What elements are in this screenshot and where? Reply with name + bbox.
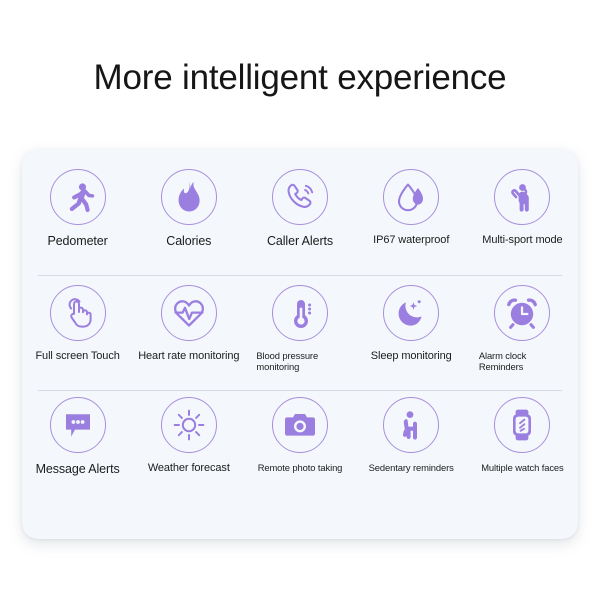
feature-item-blood-pressure-monitoring[interactable]: Blood pressure monitoring <box>244 281 355 389</box>
running-person-icon <box>49 169 106 225</box>
feature-label: Blood pressure monitoring <box>256 350 319 372</box>
feature-card: Pedometer Calories Caller Alerts IP67 wa… <box>22 149 578 539</box>
feature-item-message-alerts[interactable]: Message Alerts <box>22 393 133 505</box>
feature-label: Message Alerts <box>35 462 120 476</box>
feature-item-calories[interactable]: Calories <box>133 165 244 275</box>
feature-item-multiple-watch-faces[interactable]: Multiple watch faces <box>467 393 578 505</box>
water-drop-icon <box>383 169 440 225</box>
feature-label: Calories <box>166 234 212 248</box>
camera-icon <box>272 397 328 453</box>
feature-label: IP67 waterproof <box>373 234 450 246</box>
feature-item-sleep-monitoring[interactable]: Sleep monitoring <box>356 281 467 389</box>
hand-tap-icon <box>49 285 106 341</box>
feature-item-caller-alerts[interactable]: Caller Alerts <box>244 165 355 275</box>
feature-item-alarm-clock-reminders[interactable]: Alarm clock Reminders <box>467 281 578 389</box>
heart-pulse-icon <box>160 285 217 341</box>
sun-icon <box>160 397 217 453</box>
sitting-person-icon <box>383 397 440 453</box>
feature-item-ip67-waterproof[interactable]: IP67 waterproof <box>356 165 467 275</box>
page-title: More intelligent experience <box>93 58 507 97</box>
feature-item-heart-rate-monitoring[interactable]: Heart rate monitoring <box>133 281 244 389</box>
feature-label: Full screen Touch <box>35 350 120 362</box>
feature-label: Remote photo taking <box>257 462 343 473</box>
feature-item-sedentary-reminders[interactable]: Sedentary reminders <box>356 393 467 505</box>
feature-label: Caller Alerts <box>266 234 334 248</box>
feature-item-pedometer[interactable]: Pedometer <box>22 165 133 275</box>
feature-row-1: Pedometer Calories Caller Alerts IP67 wa… <box>22 165 578 275</box>
feature-label: Sleep monitoring <box>370 350 452 362</box>
alarm-clock-icon <box>494 285 551 341</box>
row-divider-2 <box>38 390 562 391</box>
feature-row-2: Full screen Touch Heart rate monitoring <box>22 281 578 389</box>
feature-label: Sedentary reminders <box>368 462 454 473</box>
chat-bubble-icon <box>49 397 106 453</box>
feature-item-remote-photo-taking[interactable]: Remote photo taking <box>244 393 355 505</box>
stretching-person-icon <box>494 169 551 225</box>
feature-label: Weather forecast <box>147 462 230 474</box>
feature-label: Multiple watch faces <box>481 462 564 473</box>
feature-label: Pedometer <box>47 234 108 248</box>
feature-label: Alarm clock Reminders <box>478 350 527 372</box>
feature-label: Multi-sport mode <box>482 234 563 246</box>
phone-call-icon <box>272 169 328 225</box>
row-divider-1 <box>38 275 562 276</box>
feature-row-3: Message Alerts Weather forecast Remote p… <box>22 393 578 505</box>
feature-item-weather-forecast[interactable]: Weather forecast <box>133 393 244 505</box>
thermometer-icon <box>272 285 328 341</box>
feature-item-multi-sport-mode[interactable]: Multi-sport mode <box>467 165 578 275</box>
feature-label: Heart rate monitoring <box>138 350 240 362</box>
smartwatch-icon <box>494 397 551 453</box>
moon-stars-icon <box>383 285 440 341</box>
flame-icon <box>160 169 217 225</box>
feature-item-full-screen-touch[interactable]: Full screen Touch <box>22 281 133 389</box>
